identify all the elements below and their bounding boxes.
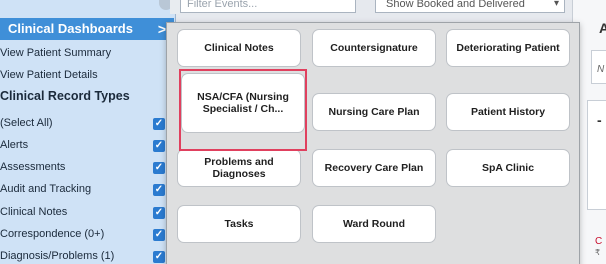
view-patient-details-link[interactable]: View Patient Details: [0, 69, 98, 81]
sidebar: Clinical Dashboards > View Patient Summa…: [0, 0, 176, 264]
right-panel-dash: -: [597, 112, 602, 128]
filter-item-assessments[interactable]: Assessments: [0, 161, 174, 173]
checkbox-clinical-notes[interactable]: ✓: [153, 207, 165, 219]
checkbox-select-all[interactable]: ✓: [153, 118, 165, 130]
filter-item-correspondence[interactable]: Correspondence (0+): [0, 228, 174, 240]
chevron-right-icon: >: [157, 21, 166, 37]
tile-label: Recovery Care Plan: [324, 162, 424, 174]
tile-deteriorating-patient[interactable]: Deteriorating Patient: [446, 29, 570, 67]
checkbox-diagnosis-problems[interactable]: ✓: [153, 251, 165, 263]
filter-item-audit-tracking[interactable]: Audit and Tracking: [0, 183, 174, 195]
checkbox-alerts[interactable]: ✓: [153, 140, 165, 152]
tile-label: Patient History: [470, 106, 546, 118]
panel-tab[interactable]: [170, 0, 180, 14]
tile-label: Problems and Diagnoses: [204, 156, 274, 180]
clinical-dashboards-header[interactable]: Clinical Dashboards >: [0, 18, 174, 40]
tile-label: Tasks: [224, 218, 254, 230]
show-events-select-value: Show Booked and Delivered: [386, 0, 525, 10]
tile-label: Ward Round: [342, 218, 405, 230]
right-panel-small-text: ₹: [595, 248, 601, 257]
filter-item-label: Audit and Tracking: [0, 183, 92, 195]
filter-item-diagnosis-problems[interactable]: Diagnosis/Problems (1): [0, 250, 174, 262]
tile-ward-round[interactable]: Ward Round: [312, 205, 436, 243]
checkbox-correspondence[interactable]: ✓: [153, 229, 165, 241]
tile-label: Clinical Notes: [204, 42, 274, 54]
filter-item-select-all[interactable]: (Select All): [0, 117, 174, 129]
tile-label: Countersignature: [330, 42, 418, 54]
tile-nursing-care-plan[interactable]: Nursing Care Plan: [312, 93, 436, 131]
filter-item-label: Alerts: [0, 139, 29, 151]
tile-spa-clinic[interactable]: SpA Clinic: [446, 149, 570, 187]
tile-clinical-notes[interactable]: Clinical Notes: [177, 29, 301, 67]
filter-item-clinical-notes[interactable]: Clinical Notes: [0, 206, 174, 218]
highlight-box: [179, 69, 307, 151]
filter-item-label: Diagnosis/Problems (1): [0, 250, 115, 262]
show-events-select[interactable]: Show Booked and Delivered ▾: [375, 0, 565, 13]
clinical-dashboards-label: Clinical Dashboards: [8, 21, 133, 36]
filter-events-input[interactable]: Filter Events...: [180, 0, 356, 13]
checkbox-audit-tracking[interactable]: ✓: [153, 184, 165, 196]
tile-label: Deteriorating Patient: [456, 42, 560, 54]
tile-countersignature[interactable]: Countersignature: [312, 29, 436, 67]
filter-item-label: Assessments: [0, 161, 66, 173]
clinical-record-types-heading: Clinical Record Types: [0, 89, 130, 103]
filter-item-label: Clinical Notes: [0, 206, 68, 218]
filter-item-label: Correspondence (0+): [0, 228, 105, 240]
checkbox-assessments[interactable]: ✓: [153, 162, 165, 174]
chevron-down-icon: ▾: [553, 0, 559, 9]
filter-item-label: (Select All): [0, 117, 53, 129]
view-patient-summary-link[interactable]: View Patient Summary: [0, 47, 111, 59]
filter-item-alerts[interactable]: Alerts: [0, 139, 174, 151]
tile-patient-history[interactable]: Patient History: [446, 93, 570, 131]
tile-recovery-care-plan[interactable]: Recovery Care Plan: [312, 149, 436, 187]
right-panel-heading: A: [599, 20, 606, 36]
right-panel-field-text: N: [597, 64, 605, 75]
right-panel-alert-text: C: [595, 236, 603, 247]
tile-tasks[interactable]: Tasks: [177, 205, 301, 243]
tile-label: Nursing Care Plan: [328, 106, 420, 118]
tile-problems-diagnoses[interactable]: Problems and Diagnoses: [177, 149, 301, 187]
tile-label: SpA Clinic: [481, 162, 535, 174]
